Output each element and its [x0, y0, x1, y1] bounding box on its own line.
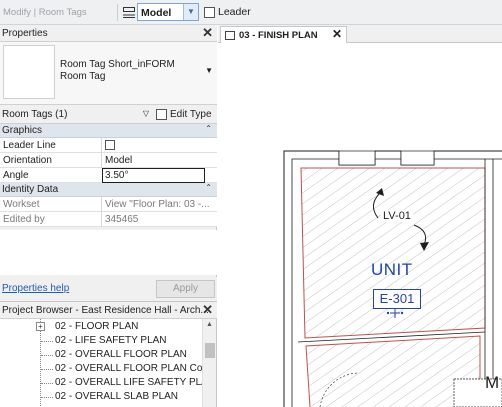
column-divider — [101, 138, 102, 153]
collapse-icon[interactable]: ⌃ — [205, 124, 212, 133]
group-header-identity-data[interactable]: Identity Data ⌃ — [0, 183, 217, 197]
close-icon[interactable]: ✕ — [202, 302, 213, 318]
browser-item-label: 02 - OVERALL FLOOR PLAN — [55, 349, 187, 360]
tree-connector — [41, 397, 53, 398]
browser-item-label: 02 - OVERALL SLAB PLAN — [55, 391, 179, 402]
browser-item[interactable]: 02 - OVERALL SLAB PLAN — [0, 390, 202, 404]
orientation-value[interactable]: Model — [105, 155, 210, 166]
group-header-graphics[interactable]: Graphics ⌃ — [0, 124, 217, 138]
property-key: Angle — [3, 170, 29, 181]
properties-palette: Properties ✕ Room Tag Short_inFORM Room … — [0, 25, 217, 301]
property-key: Workset — [3, 199, 40, 210]
property-row-angle: Angle 3.50° — [0, 168, 217, 183]
type-selector[interactable]: Room Tag Short_inFORM Room Tag ▼ — [0, 42, 217, 105]
workset-value: View "Floor Plan: 03 -... — [105, 199, 210, 210]
browser-item-label: 02 - LIFE SAFETY PLAN — [55, 335, 167, 346]
edit-type-label: Edit Type — [170, 109, 212, 120]
element-filter-value: Room Tags (1) — [2, 109, 68, 120]
floor-plan-icon — [225, 31, 235, 40]
leader-line-checkbox[interactable] — [105, 140, 115, 150]
properties-title: Properties — [2, 28, 48, 39]
browser-scrollbar[interactable]: ▲ — [202, 319, 216, 407]
browser-item[interactable]: 02 - LIFE SAFETY PLAN — [0, 334, 202, 348]
drawing-canvas[interactable]: LV-01 UNIT E-301 M — [218, 43, 502, 407]
toolbar-divider — [117, 4, 118, 21]
property-row-leader-line: Leader Line — [0, 138, 217, 153]
lower-room-hatch — [306, 336, 480, 407]
room-name-label[interactable]: UNIT — [371, 260, 413, 280]
floor-finish-tag[interactable]: LV-01 — [381, 210, 413, 222]
property-row-edited-by: Edited by 345465 — [0, 212, 217, 227]
project-browser: Project Browser - East Residence Hall - … — [0, 301, 217, 407]
properties-footer: Properties help Apply — [0, 277, 217, 301]
browser-item-label: 02 - OVERALL FLOOR PLAN Copy — [55, 363, 214, 374]
partial-tag-text: M — [485, 373, 500, 392]
close-icon[interactable]: ✕ — [202, 25, 213, 41]
type-family-name: Room Tag Short_inFORM — [60, 59, 175, 70]
expand-icon[interactable]: + — [36, 322, 45, 331]
browser-item[interactable]: 02 - OVERALL LIFE SAFETY PLAN — [0, 376, 215, 390]
apply-button[interactable]: Apply — [156, 280, 215, 298]
properties-empty-area — [0, 230, 217, 275]
edit-type-button[interactable]: Edit Type — [154, 106, 214, 123]
property-row-orientation: Orientation Model — [0, 153, 217, 168]
browser-item[interactable]: 02 - OVERALL FLOOR PLAN Copy — [0, 362, 213, 376]
property-key: Edited by — [3, 214, 45, 225]
orientation-select-value: Model — [141, 7, 172, 19]
property-key: Orientation — [3, 155, 52, 166]
view-tab-strip: 03 - FINISH PLAN ✕ — [218, 25, 502, 43]
edited-by-value: 345465 — [105, 214, 139, 225]
tree-connector — [41, 355, 53, 356]
tab-label: 03 - FINISH PLAN — [239, 30, 318, 41]
element-filter-select[interactable]: Room Tags (1) ▽ — [0, 106, 151, 123]
properties-title-bar: Properties ✕ — [0, 25, 217, 42]
properties-filter-row: Room Tags (1) ▽ Edit Type — [0, 105, 217, 124]
group-title-identity-data: Identity Data — [2, 184, 59, 195]
project-browser-title: Project Browser - East Residence Hall - … — [2, 305, 209, 316]
browser-item-label: 02 - FLOOR PLAN — [55, 321, 139, 332]
tree-connector — [41, 383, 53, 384]
close-icon[interactable]: ✕ — [332, 27, 342, 41]
window-block — [338, 150, 376, 166]
scrollbar-thumb[interactable] — [205, 343, 215, 358]
type-preview-image — [3, 45, 55, 99]
tree-connector — [41, 369, 53, 370]
tab-finish-plan[interactable]: 03 - FINISH PLAN ✕ — [220, 26, 347, 43]
chevron-down-icon: ▽ — [142, 109, 149, 118]
property-key: Leader Line — [3, 140, 56, 151]
browser-item-label: 02 - OVERALL LIFE SAFETY PLAN — [55, 377, 216, 388]
scroll-up-icon[interactable]: ▲ — [206, 321, 213, 328]
context-label: Modify | Room Tags — [3, 7, 87, 18]
project-browser-title-bar: Project Browser - East Residence Hall - … — [0, 302, 217, 319]
angle-input[interactable]: 3.50° — [102, 168, 205, 183]
floor-plan-drawing — [283, 150, 502, 407]
options-bar: Modify | Room Tags Model ▼ Leader — [0, 0, 502, 25]
properties-help-link[interactable]: Properties help — [2, 283, 69, 294]
room-number-tag[interactable]: E-301 — [373, 289, 421, 309]
group-title-graphics: Graphics — [2, 125, 43, 136]
leader-checkbox[interactable] — [204, 7, 215, 18]
orientation-select[interactable]: Model ▼ — [137, 3, 199, 21]
column-divider — [101, 197, 102, 212]
column-divider — [101, 212, 102, 227]
tag-orientation-icon — [123, 7, 135, 18]
chevron-down-icon: ▼ — [183, 4, 198, 20]
leader-label: Leader — [218, 6, 251, 18]
column-divider — [101, 153, 102, 168]
edit-type-icon — [156, 109, 167, 120]
chevron-down-icon[interactable]: ▼ — [205, 66, 213, 75]
window-block — [400, 150, 435, 166]
browser-item[interactable]: 02 - OVERALL FLOOR PLAN — [0, 348, 202, 362]
browser-item[interactable]: + 02 - FLOOR PLAN — [0, 320, 202, 334]
collapse-icon[interactable]: ⌃ — [205, 183, 212, 192]
property-row-workset: Workset View "Floor Plan: 03 -... — [0, 197, 217, 212]
angle-value: 3.50° — [105, 170, 129, 181]
type-name: Room Tag — [60, 71, 106, 82]
tree-connector — [41, 341, 53, 342]
